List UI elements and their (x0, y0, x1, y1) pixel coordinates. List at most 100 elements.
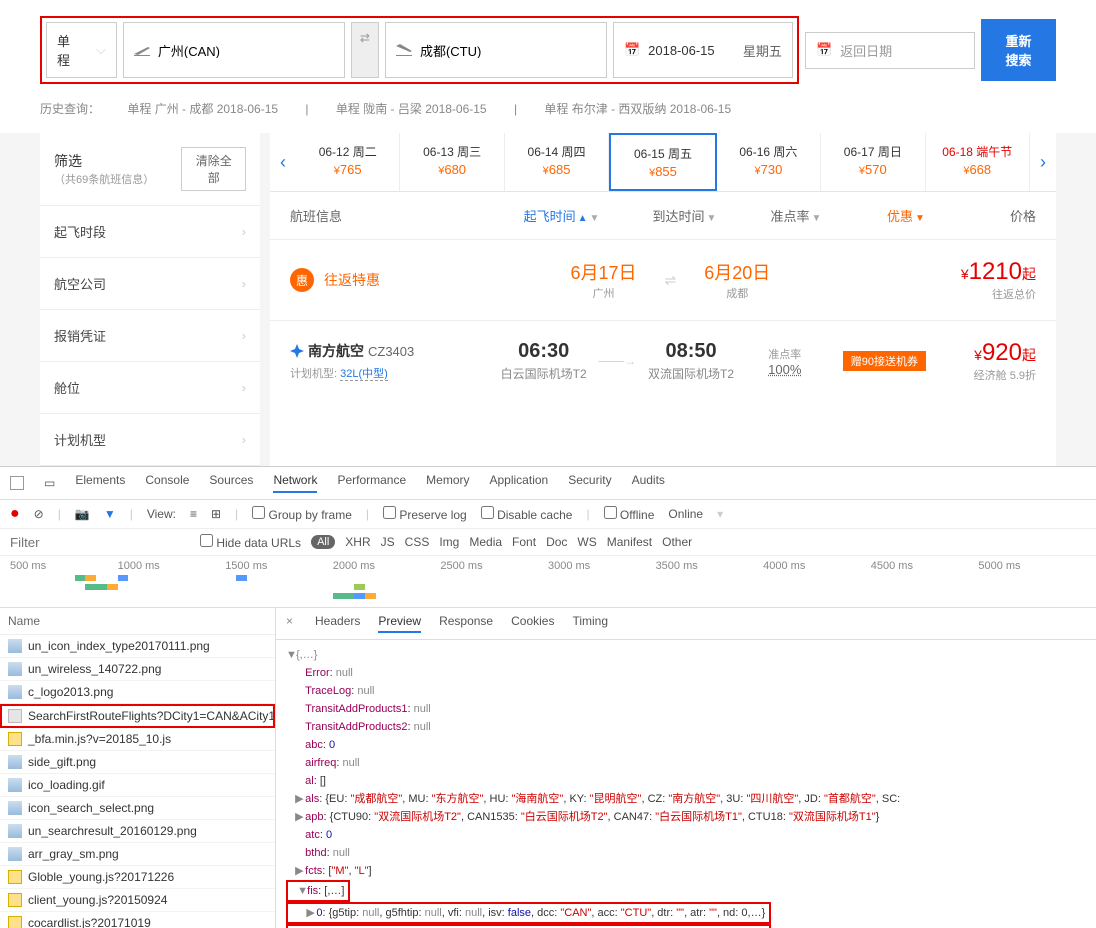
filter-type-js[interactable]: JS (381, 535, 395, 549)
network-request-item[interactable]: c_logo2013.png (0, 681, 275, 704)
depart-time: 06:30 (500, 340, 587, 363)
devtools-tab[interactable]: Performance (337, 473, 406, 493)
arrive-airport: 双流国际机场T2 (647, 365, 734, 382)
return-date-input[interactable]: 📅 返回日期 (805, 32, 975, 69)
view-list-icon[interactable]: ≡ (190, 507, 197, 521)
history-item[interactable]: 单程 广州 - 成都 2018-06-15 (127, 102, 278, 116)
date-cell[interactable]: 06-18 端午节¥668 (926, 133, 1030, 191)
filter-item[interactable]: 航空公司› (40, 258, 260, 310)
clear-filters-button[interactable]: 清除全部 (181, 147, 246, 191)
promo-badge-icon: 惠 (290, 268, 314, 292)
view-large-icon[interactable]: ⊞ (211, 507, 221, 521)
list-header-name[interactable]: Name (0, 608, 275, 635)
filter-item[interactable]: 舱位› (40, 362, 260, 414)
plane-land-icon (396, 44, 412, 56)
filter-funnel-icon[interactable]: ▼ (104, 507, 116, 521)
date-prev-button[interactable]: ‹ (270, 133, 296, 191)
network-request-item[interactable]: un_icon_index_type20170111.png (0, 635, 275, 658)
network-request-item[interactable]: client_young.js?20150924 (0, 889, 275, 912)
detail-tab[interactable]: Response (439, 614, 493, 633)
date-cell[interactable]: 06-12 周二¥765 (296, 133, 400, 191)
network-request-item[interactable]: ico_loading.gif (0, 774, 275, 797)
history-item[interactable]: 单程 陇南 - 吕梁 2018-06-15 (336, 102, 487, 116)
flight-row[interactable]: 南方航空 CZ3403 计划机型: 32L(中型) 06:30 白云国际机场T2… (270, 320, 1056, 401)
network-request-item[interactable]: un_searchresult_20160129.png (0, 820, 275, 843)
filter-type-media[interactable]: Media (469, 535, 502, 549)
date-cell[interactable]: 06-16 周六¥730 (717, 133, 821, 191)
sort-depart-time[interactable]: 起飞时间▲▼ (500, 206, 623, 225)
group-by-frame-check[interactable]: Group by frame (252, 506, 352, 522)
device-icon[interactable]: ▭ (44, 476, 55, 490)
close-icon[interactable]: × (286, 614, 293, 633)
filter-type-other[interactable]: Other (662, 535, 692, 549)
network-request-item[interactable]: arr_gray_sm.png (0, 843, 275, 866)
devtools-tab[interactable]: Elements (75, 473, 125, 493)
sort-promo[interactable]: 优惠▼ (846, 206, 966, 225)
timeline-tick: 1000 ms (118, 560, 226, 572)
to-city-input[interactable] (385, 22, 607, 78)
depart-date-input[interactable]: 📅 2018-06-15 星期五 (613, 22, 793, 78)
network-request-item[interactable]: un_wireless_140722.png (0, 658, 275, 681)
calendar-icon: 📅 (816, 42, 832, 58)
filter-count: （共69条航班信息） (54, 174, 154, 186)
date-cell[interactable]: 06-17 周日¥570 (821, 133, 925, 191)
filter-type-img[interactable]: Img (439, 535, 459, 549)
json-preview[interactable]: ▼{,…} Error: null TraceLog: null Transit… (276, 640, 1096, 928)
devtools-tab[interactable]: Console (145, 473, 189, 493)
inspect-icon[interactable] (10, 476, 24, 490)
detail-tab[interactable]: Headers (315, 614, 360, 633)
date-cell[interactable]: 06-15 周五¥855 (609, 133, 716, 191)
history-item[interactable]: 单程 布尔津 - 西双版纳 2018-06-15 (544, 102, 731, 116)
devtools-tab[interactable]: Security (568, 473, 611, 493)
filter-type-doc[interactable]: Doc (546, 535, 567, 549)
network-request-item[interactable]: Globle_young.js?20171226 (0, 866, 275, 889)
file-icon (8, 778, 22, 792)
filter-type-font[interactable]: Font (512, 535, 536, 549)
swap-cities-button[interactable]: ⇄ (351, 22, 379, 78)
date-cell[interactable]: 06-14 周四¥685 (505, 133, 609, 191)
network-filter-input[interactable] (10, 535, 190, 550)
offline-check[interactable]: Offline (604, 506, 655, 522)
detail-tab[interactable]: Timing (572, 614, 608, 633)
preserve-log-check[interactable]: Preserve log (383, 506, 467, 522)
network-request-item[interactable]: cocardlist.js?20171019 (0, 912, 275, 928)
devtools-tab[interactable]: Network (273, 473, 317, 493)
devtools-tab[interactable]: Application (490, 473, 549, 493)
disable-cache-check[interactable]: Disable cache (481, 506, 573, 522)
from-city-input[interactable] (123, 22, 345, 78)
camera-icon[interactable]: 📷 (75, 507, 90, 521)
detail-tab[interactable]: Preview (378, 614, 421, 633)
hide-data-urls-check[interactable]: Hide data URLs (200, 534, 301, 550)
search-button[interactable]: 重新搜索 (981, 19, 1056, 81)
to-city-field[interactable] (420, 43, 596, 58)
network-request-item[interactable]: icon_search_select.png (0, 797, 275, 820)
filter-item[interactable]: 报销凭证› (40, 310, 260, 362)
date-cell[interactable]: 06-13 周三¥680 (400, 133, 504, 191)
date-next-button[interactable]: › (1030, 133, 1056, 191)
detail-tab[interactable]: Cookies (511, 614, 554, 633)
devtools-timeline[interactable]: 500 ms1000 ms1500 ms2000 ms2500 ms3000 m… (0, 556, 1096, 608)
filter-type-ws[interactable]: WS (577, 535, 596, 549)
sort-ontime[interactable]: 准点率▼ (746, 206, 846, 225)
filter-item[interactable]: 计划机型› (40, 414, 260, 466)
devtools-tab[interactable]: Sources (209, 473, 253, 493)
filter-item[interactable]: 起飞时段› (40, 206, 260, 258)
record-icon[interactable]: ● (10, 505, 20, 523)
filter-type-css[interactable]: CSS (405, 535, 430, 549)
filter-type-manifest[interactable]: Manifest (607, 535, 652, 549)
filter-type-all[interactable]: All (311, 535, 335, 549)
trip-type-select[interactable]: 单程 ⌵ (46, 22, 117, 78)
network-request-item[interactable]: side_gift.png (0, 751, 275, 774)
filter-type-xhr[interactable]: XHR (345, 535, 370, 549)
rate-label: 准点率 (735, 346, 835, 362)
network-request-item[interactable]: _bfa.min.js?v=20185_10.js (0, 728, 275, 751)
devtools-tab[interactable]: Audits (632, 473, 665, 493)
devtools-tab[interactable]: Memory (426, 473, 469, 493)
sort-arrive-time[interactable]: 到达时间▼ (623, 206, 746, 225)
roundtrip-promo[interactable]: 惠 往返特惠 6月17日 广州 ⇌ 6月20日 成都 ¥1210起 往返总价 (270, 239, 1056, 320)
from-city-field[interactable] (158, 43, 334, 58)
network-request-item[interactable]: SearchFirstRouteFlights?DCity1=CAN&ACity… (0, 704, 275, 728)
clear-icon[interactable]: ⊘ (34, 507, 44, 521)
sort-price[interactable]: 价格 (966, 206, 1036, 225)
throttle-select[interactable]: Online (668, 507, 703, 521)
